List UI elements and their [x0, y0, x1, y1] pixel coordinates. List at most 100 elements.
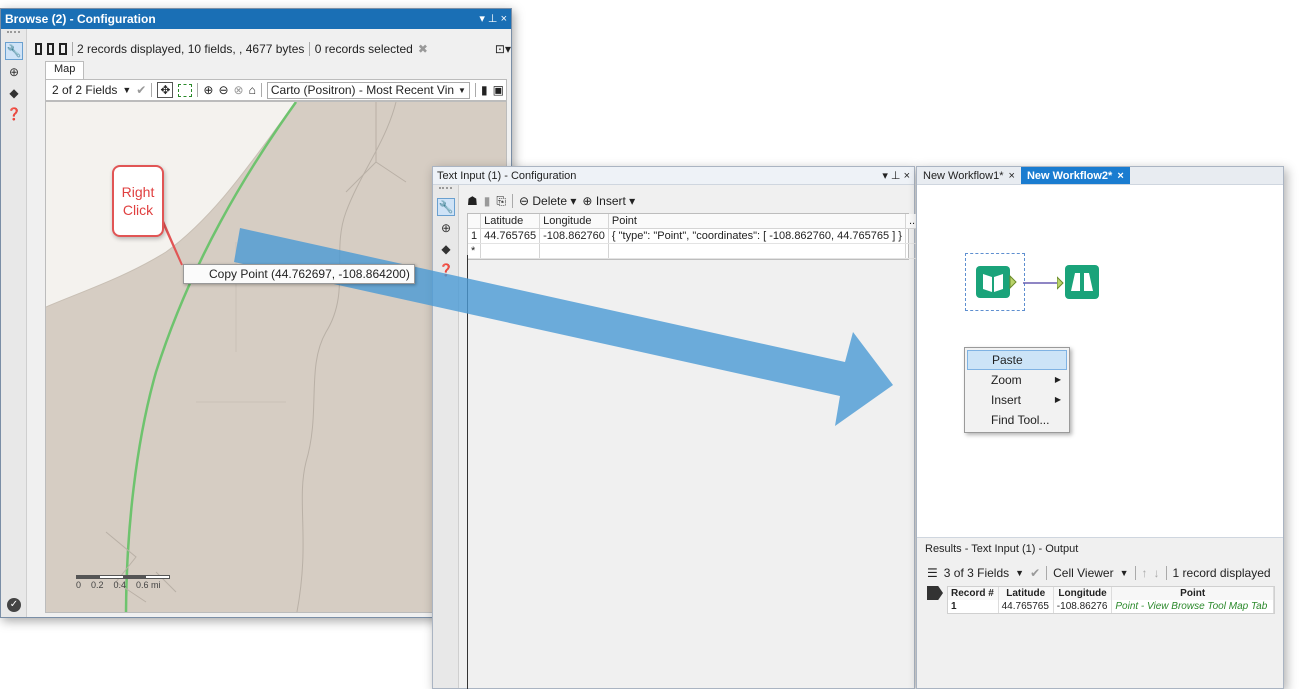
workflow-canvas[interactable]: Paste Zoom ▶ Insert ▶ Find Tool...	[917, 186, 1283, 536]
text-input-title-bar: Text Input (1) - Configuration ▾ ⊥ ×	[433, 167, 914, 185]
submenu-arrow-icon: ▶	[1054, 395, 1061, 404]
insert-button[interactable]: ⊕ Insert ▾	[582, 194, 635, 208]
fields-dropdown[interactable]: 2 of 2 Fields	[52, 83, 117, 97]
results-toolbar: ☰ 3 of 3 Fields ▼ ✔ Cell Viewer ▼ ↑ ↓ 1 …	[927, 564, 1271, 582]
checkmark-icon[interactable]: ✔	[1030, 566, 1040, 580]
menu-item-zoom[interactable]: Zoom ▶	[967, 370, 1067, 390]
menu-item-paste[interactable]: Paste	[967, 350, 1067, 370]
copy-icon[interactable]: ▮	[481, 83, 488, 97]
menu-item-insert[interactable]: Insert ▶	[967, 390, 1067, 410]
checkmark-icon[interactable]: ✔	[136, 83, 146, 97]
copy-icon[interactable]: ▮	[484, 194, 491, 208]
wrench-icon[interactable]: 🔧	[437, 198, 455, 216]
layout-rows-icon[interactable]	[59, 43, 67, 55]
close-icon[interactable]: ×	[1009, 170, 1015, 182]
grid-cell[interactable]: 44.765765	[480, 228, 541, 244]
home-icon[interactable]: ⌂	[249, 83, 256, 97]
copy-point-menu-item[interactable]: Copy Point (44.762697, -108.864200)	[183, 264, 415, 284]
tag-icon[interactable]: ◆	[5, 84, 23, 102]
grid-header	[468, 214, 482, 229]
tag-icon[interactable]: ◆	[437, 240, 455, 258]
grid-header[interactable]: Point	[608, 214, 906, 229]
wrench-icon[interactable]: 🔧	[5, 42, 23, 60]
grid-header[interactable]: Longitude	[539, 214, 609, 229]
open-file-icon[interactable]: ☗	[467, 194, 478, 208]
window-menu-icon[interactable]: ⊡▾	[495, 42, 511, 56]
grid-header[interactable]: Record #	[948, 587, 999, 600]
browse-title: Browse (2) - Configuration	[5, 12, 156, 26]
zoom-selection-icon[interactable]: ⊗	[234, 83, 244, 97]
basemap-select[interactable]: Carto (Positron) - Most Recent Vin ▼	[266, 81, 470, 99]
layout-columns-icon[interactable]	[47, 43, 55, 55]
grid-cell[interactable]: -108.862760	[539, 228, 609, 244]
table-row[interactable]: 1 44.765765 -108.862760 { "type": "Point…	[468, 228, 923, 244]
help-icon[interactable]: ❓	[5, 105, 23, 123]
status-check-icon: ✓	[7, 598, 21, 612]
chevron-down-icon[interactable]: ▼	[1015, 568, 1024, 578]
scale-label: 0.4	[113, 580, 127, 590]
menu-item-find-tool[interactable]: Find Tool...	[967, 410, 1067, 430]
chevron-down-icon[interactable]: ▼	[122, 85, 131, 95]
grid-header[interactable]: Latitude	[480, 214, 541, 229]
grid-header-row: Latitude Longitude Point ...	[468, 214, 923, 229]
text-input-tool[interactable]	[965, 253, 1025, 311]
zoom-out-icon[interactable]: ⊖	[218, 83, 228, 97]
submenu-arrow-icon: ▶	[1054, 375, 1061, 384]
toolbar-separator	[474, 83, 476, 97]
target-icon[interactable]: ⊕	[437, 219, 455, 237]
scale-label: 0	[76, 580, 82, 590]
select-region-icon[interactable]	[178, 83, 193, 97]
screenshot-stage: Browse (2) - Configuration ▾ ⊥ × 🔧 ⊕ ◆ ❓…	[0, 0, 1301, 689]
scale-labels: 0 0.2 0.4 0.6 mi	[76, 580, 170, 590]
grid-cell[interactable]: 44.765765	[998, 600, 1054, 613]
table-row[interactable]: *	[468, 243, 923, 259]
scale-line	[76, 575, 170, 579]
delete-button[interactable]: ⊖ Delete ▾	[519, 194, 576, 208]
target-icon[interactable]: ⊕	[5, 63, 23, 81]
chevron-down-icon[interactable]: ▼	[1120, 568, 1129, 578]
grid-cell[interactable]: -108.86276	[1053, 600, 1113, 613]
fields-dropdown[interactable]: 3 of 3 Fields	[944, 566, 1009, 580]
grid-divider	[467, 255, 468, 689]
map-toolbar: 2 of 2 Fields ▼ ✔ ✥ ⊕ ⊖ ⊗ ⌂ Carto (Posit…	[45, 79, 507, 101]
tab-workflow1[interactable]: New Workflow1* ×	[917, 167, 1021, 184]
grid-cell[interactable]: { "type": "Point", "coordinates": [ -108…	[608, 228, 906, 244]
results-grid[interactable]: Record # Latitude Longitude Point 1 44.7…	[947, 586, 1275, 614]
tab-map[interactable]: Map	[45, 61, 85, 79]
grid-header[interactable]: Point	[1111, 587, 1274, 600]
toolbar-separator	[1046, 566, 1048, 580]
arrow-up-icon[interactable]: ↑	[1142, 566, 1148, 580]
scale-label: 0.2	[91, 580, 104, 590]
binoculars-icon[interactable]	[1057, 261, 1103, 305]
grid-header[interactable]: Longitude	[1053, 587, 1113, 600]
book-icon	[976, 266, 1017, 298]
text-input-title: Text Input (1) - Configuration	[437, 170, 577, 182]
grid-cell[interactable]	[480, 243, 541, 259]
grid-cell[interactable]	[608, 243, 906, 259]
text-input-window-controls[interactable]: ▾ ⊥ ×	[882, 167, 910, 185]
menu-item-label: Find Tool...	[991, 413, 1050, 427]
arrow-down-icon[interactable]: ↓	[1154, 566, 1160, 580]
zoom-in-icon[interactable]: ⊕	[203, 83, 213, 97]
browse-window-controls[interactable]: ▾ ⊥ ×	[479, 9, 507, 29]
help-icon[interactable]: ❓	[437, 261, 455, 279]
browse-side-rail: 🔧 ⊕ ◆ ❓	[1, 29, 27, 617]
clear-selection-icon[interactable]: ✖	[418, 42, 428, 56]
viewer-select[interactable]: Cell Viewer	[1053, 566, 1113, 580]
save-icon[interactable]: ▣	[493, 83, 504, 97]
browse-title-bar: Browse (2) - Configuration ▾ ⊥ ×	[1, 9, 511, 29]
table-row[interactable]: 1 44.765765 -108.86276 Point - View Brow…	[948, 600, 1274, 613]
layout-single-icon[interactable]	[35, 43, 43, 55]
pan-icon[interactable]: ✥	[157, 82, 174, 98]
text-input-grid[interactable]: Latitude Longitude Point ... 1 44.765765…	[467, 213, 923, 260]
close-icon[interactable]: ×	[1117, 170, 1123, 182]
rail-grip	[439, 187, 452, 195]
tab-workflow2[interactable]: New Workflow2* ×	[1020, 167, 1130, 184]
grid-cell: 1	[948, 600, 999, 613]
grid-cell[interactable]: Point - View Browse Tool Map Tab	[1111, 600, 1274, 613]
grid-cell[interactable]	[539, 243, 609, 259]
paste-icon[interactable]: ⎘	[496, 194, 506, 209]
list-icon[interactable]: ☰	[927, 566, 938, 580]
menu-item-label: Insert	[991, 393, 1022, 407]
grid-header[interactable]: Latitude	[998, 587, 1054, 600]
